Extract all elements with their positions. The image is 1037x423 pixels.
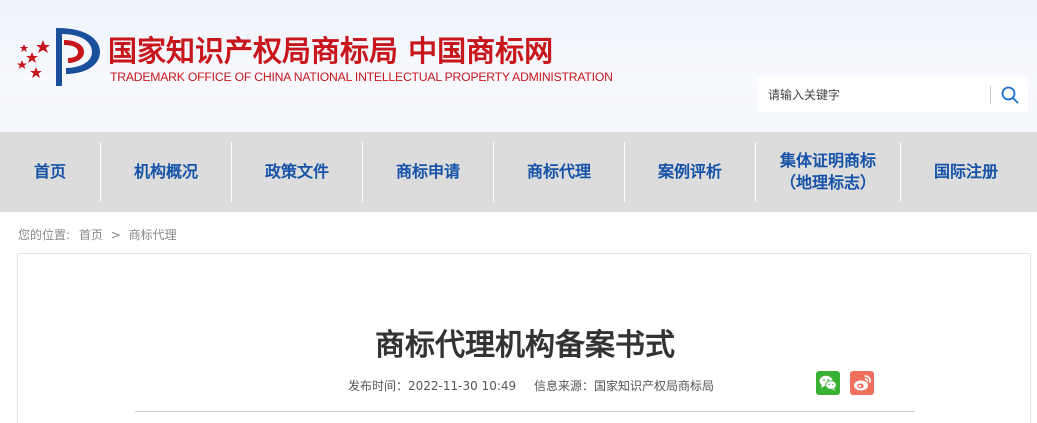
breadcrumb-current-link[interactable]: 商标代理 [129,228,177,242]
site-header: 国家知识产权局商标局 中国商标网 TRADEMARK OFFICE OF CHI… [0,0,1037,132]
search-box [758,77,1028,112]
search-divider [990,86,991,104]
share-wechat-button[interactable] [816,371,840,395]
main-nav: 首页 机构概况 政策文件 商标申请 商标代理 案例评析 集体证明商标 （地理标志… [0,132,1037,212]
wechat-icon [819,375,837,391]
breadcrumb-home-link[interactable]: 首页 [79,228,103,242]
breadcrumb: 您的位置: 首页 > 商标代理 [18,226,177,243]
breadcrumb-prefix: 您的位置: [18,228,71,242]
cnipa-logo-icon[interactable] [14,22,104,88]
nav-item-about[interactable]: 机构概况 [101,132,231,212]
nav-item-collective-marks[interactable]: 集体证明商标 （地理标志） [756,132,900,212]
nav-item-agency[interactable]: 商标代理 [494,132,624,212]
search-input[interactable] [758,77,990,112]
article-title: 商标代理机构备案书式 [375,328,675,363]
share-weibo-button[interactable] [850,371,874,395]
nav-item-home[interactable]: 首页 [0,132,100,212]
article-divider [135,411,915,412]
article-container: 商标代理机构备案书式 发布时间：2022-11-30 10:49 信息来源：国家… [17,253,1031,423]
nav-item-application[interactable]: 商标申请 [363,132,493,212]
site-title-cn: 国家知识产权局商标局 中国商标网 [108,34,554,68]
nav-item-cases[interactable]: 案例评析 [625,132,755,212]
publish-time: 发布时间：2022-11-30 10:49 [348,379,517,393]
breadcrumb-separator: > [110,228,121,242]
article-meta: 发布时间：2022-11-30 10:49 信息来源：国家知识产权局商标局 [348,377,714,394]
search-icon[interactable] [1000,85,1020,105]
nav-item-policy[interactable]: 政策文件 [232,132,362,212]
site-title-en: TRADEMARK OFFICE OF CHINA NATIONAL INTEL… [110,70,613,84]
info-source: 信息来源：国家知识产权局商标局 [533,379,714,393]
nav-item-international[interactable]: 国际注册 [901,132,1031,212]
weibo-icon [854,375,871,391]
